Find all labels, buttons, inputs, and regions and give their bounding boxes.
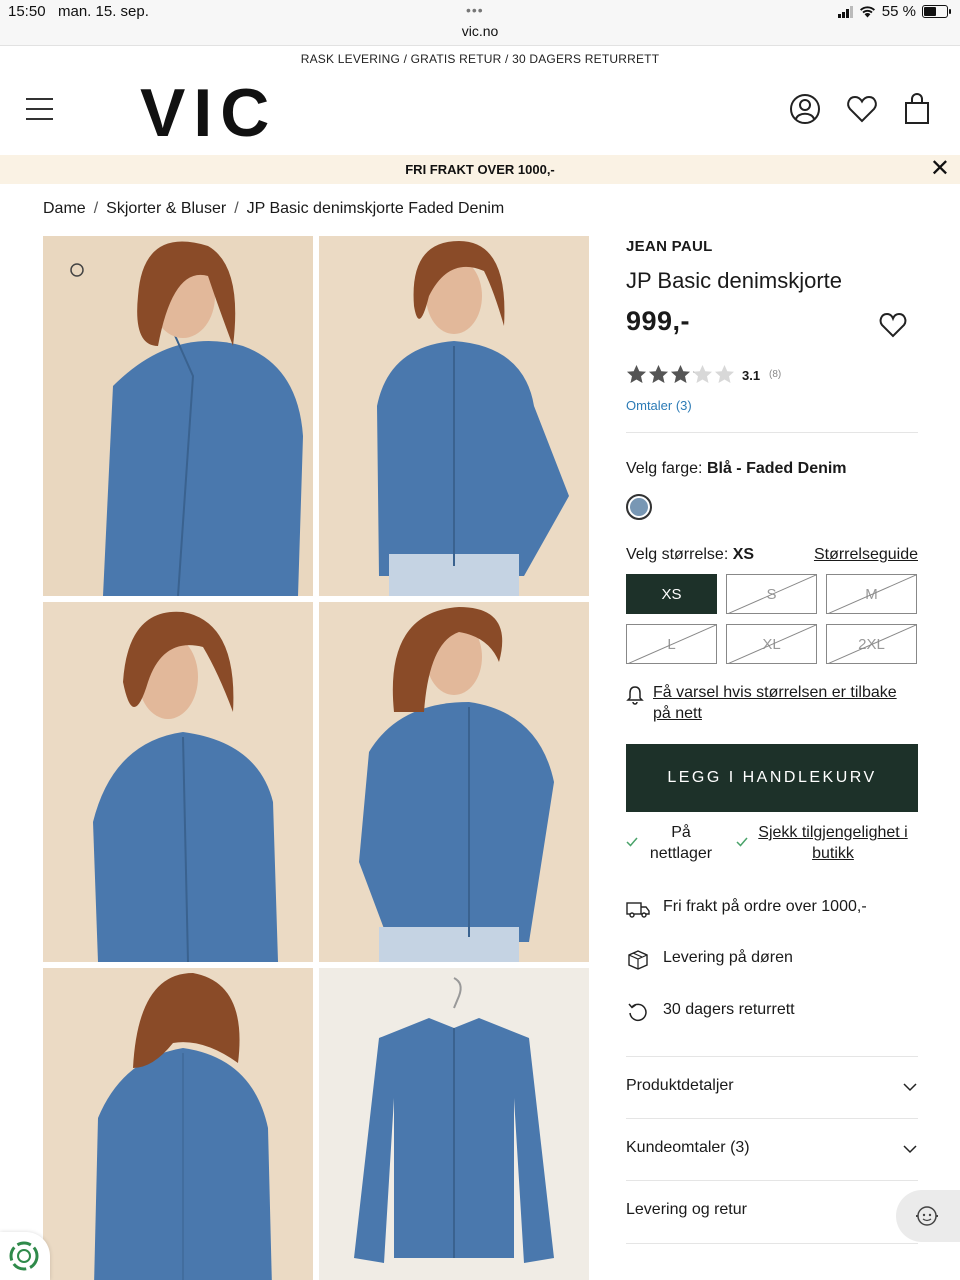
signal-icon xyxy=(837,5,853,18)
usp-strip: RASK LEVERING / GRATIS RETUR / 30 DAGERS… xyxy=(300,52,660,66)
add-to-cart-button[interactable]: LEGG I HANDLEKURV xyxy=(626,744,918,812)
feature-home-delivery: Levering på døren xyxy=(626,947,918,973)
product-price: 999,- xyxy=(626,306,691,336)
accordion-product-details[interactable]: Produktdetaljer xyxy=(626,1056,918,1118)
check-icon xyxy=(736,837,748,847)
browser-status-bar: 15:50 man. 15. sep. ••• vic.no 55 % xyxy=(0,0,960,46)
status-date: man. 15. sep. xyxy=(58,3,149,20)
size-option-unavailable[interactable]: XL xyxy=(726,624,817,664)
more-dots-icon[interactable]: ••• xyxy=(466,2,484,18)
product-photo[interactable] xyxy=(319,968,589,1280)
menu-icon[interactable] xyxy=(26,98,53,120)
promo-banner: FRI FRAKT OVER 1000,- ✕ xyxy=(0,155,960,184)
heart-icon[interactable] xyxy=(845,92,879,126)
accordion-label: Produktdetaljer xyxy=(626,1077,734,1094)
breadcrumb-separator: / xyxy=(93,200,99,217)
breadcrumb-item[interactable]: Dame xyxy=(43,200,86,218)
star-icon xyxy=(693,365,712,383)
size-option[interactable]: XS xyxy=(626,574,717,614)
color-swatch[interactable] xyxy=(626,494,652,520)
accordion-customer-reviews[interactable]: Kundeomtaler (3) xyxy=(626,1118,918,1180)
size-option-unavailable[interactable]: M xyxy=(826,574,917,614)
divider xyxy=(626,1243,918,1244)
breadcrumb-separator: / xyxy=(234,200,239,217)
color-selector-label: Velg farge: Blå - Faded Denim xyxy=(626,460,847,478)
accordion-label: Kundeomtaler (3) xyxy=(626,1139,750,1156)
shopping-bag-icon[interactable] xyxy=(900,92,934,126)
size-option-unavailable[interactable]: L xyxy=(626,624,717,664)
breadcrumb-item[interactable]: Skjorter & Bluser xyxy=(106,200,226,218)
promo-text: FRI FRAKT OVER 1000,- xyxy=(405,162,555,177)
rating-value: 3.1 xyxy=(742,368,761,383)
star-icon xyxy=(671,365,690,383)
product-photo[interactable] xyxy=(319,602,589,962)
size-label-text: Velg størrelse: xyxy=(626,546,729,563)
product-name: JP Basic denimskjorte xyxy=(626,268,843,293)
wishlist-heart-icon[interactable] xyxy=(878,310,908,340)
reviews-link[interactable]: Omtaler (3) xyxy=(626,398,692,413)
breadcrumb-current: JP Basic denimskjorte Faded Denim xyxy=(246,200,505,217)
accordion-delivery-returns[interactable]: Levering og retur xyxy=(626,1180,918,1242)
product-brand[interactable]: JEAN PAUL xyxy=(626,238,713,255)
color-label-text: Velg farge: xyxy=(626,460,703,477)
size-selector-label: Velg størrelse: XS xyxy=(626,546,754,564)
chat-assistant-icon xyxy=(916,1206,938,1226)
size-options: XS S M L XL 2XL xyxy=(626,574,918,664)
feature-returns: 30 dagers returrett xyxy=(626,999,918,1025)
size-option-unavailable[interactable]: 2XL xyxy=(826,624,917,664)
availability-online: På nettlager xyxy=(649,824,713,862)
check-icon xyxy=(626,837,638,847)
notify-link[interactable]: Få varsel hvis størrelsen er tilbake på … xyxy=(653,682,918,724)
feature-free-shipping: Fri frakt på ordre over 1000,- xyxy=(626,896,918,922)
vic-logo[interactable]: VIC xyxy=(140,74,277,152)
customer-service-chat-button[interactable] xyxy=(896,1190,960,1242)
recycle-icon xyxy=(9,1241,39,1271)
battery-percent: 55 % xyxy=(881,3,916,20)
status-time: 15:50 xyxy=(8,3,46,20)
color-value: Blå - Faded Denim xyxy=(706,460,847,477)
feature-text: Fri frakt på ordre over 1000,- xyxy=(663,898,867,915)
package-icon xyxy=(628,950,648,970)
feature-text: 30 dagers returrett xyxy=(663,1001,795,1018)
accordion-label: Levering og retur xyxy=(626,1201,747,1218)
chevron-down-icon xyxy=(903,1145,917,1154)
star-rating xyxy=(626,364,735,385)
size-value: XS xyxy=(732,546,755,563)
wifi-icon xyxy=(859,6,875,18)
divider xyxy=(626,432,918,433)
battery-icon xyxy=(922,5,951,18)
account-icon[interactable] xyxy=(788,92,822,126)
star-icon xyxy=(649,365,668,383)
product-photo[interactable] xyxy=(43,968,313,1280)
bell-icon xyxy=(626,686,644,705)
feature-text: Levering på døren xyxy=(663,949,793,966)
star-icon xyxy=(715,365,734,383)
size-guide-link[interactable]: Størrelseguide xyxy=(814,546,918,564)
chevron-down-icon xyxy=(903,1083,917,1092)
size-option-unavailable[interactable]: S xyxy=(726,574,817,614)
size-option-label: XS xyxy=(661,585,682,603)
status-indicators: 55 % xyxy=(837,3,951,20)
product-photo[interactable] xyxy=(43,236,313,596)
close-icon[interactable]: ✕ xyxy=(930,157,950,181)
rating-count: (8) xyxy=(769,369,782,380)
product-photo[interactable] xyxy=(43,602,313,962)
truck-icon xyxy=(626,902,650,918)
breadcrumb: Dame / Skjorter & Bluser / JP Basic deni… xyxy=(43,200,504,218)
store-availability-link[interactable]: Sjekk tilgjengelighet i butikk xyxy=(754,822,912,864)
star-icon xyxy=(627,365,646,383)
address-bar[interactable]: vic.no xyxy=(0,23,960,39)
product-photo[interactable] xyxy=(319,236,589,596)
eco-badge[interactable] xyxy=(0,1232,50,1280)
return-icon xyxy=(628,1003,647,1022)
